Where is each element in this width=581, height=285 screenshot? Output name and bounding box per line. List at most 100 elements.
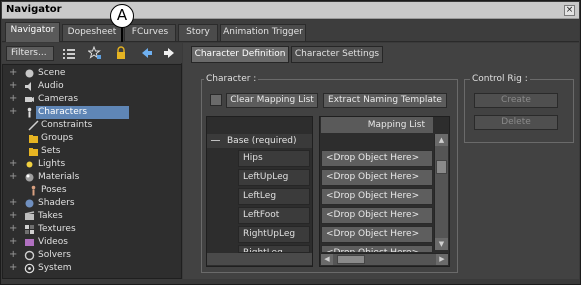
callout-a-marker: A [110,4,134,28]
tree-item-constraints[interactable]: Constraints [3,119,181,132]
bone-label-leftupleg: LeftUpLeg [238,169,310,186]
tab-fcurves[interactable]: FCurves [124,24,176,41]
tree-item-characters[interactable]: + Characters [3,106,181,119]
drop-slot-leftupleg[interactable]: <Drop Object Here> [321,169,433,186]
tree-item-materials[interactable]: + Materials [3,171,181,184]
tree-item-sets[interactable]: Sets [3,145,181,158]
expander-icon[interactable]: + [9,171,19,183]
shader-icon [24,198,35,209]
navigator-left-pane: Filters... + Scene + Audio + Cameras + C… [2,43,182,279]
solver-icon [24,250,35,261]
bone-label-hips: Hips [238,150,310,167]
video-icon [24,237,35,248]
mapping-horizontal-scrollbar[interactable]: ◀ ▶ [321,253,448,265]
scroll-down-icon[interactable]: ▼ [435,238,448,250]
tab-dopesheet[interactable]: Dopesheet [62,24,122,41]
navigator-tree: + Scene + Audio + Cameras + Characters C… [2,64,182,279]
drop-slot-leftleg[interactable]: <Drop Object Here> [321,188,433,205]
expander-icon[interactable]: + [9,106,19,118]
tree-item-shaders[interactable]: + Shaders [3,197,181,210]
mapping-vertical-scrollbar[interactable]: ▲ ▼ [434,134,448,250]
bone-label-rightupleg: RightUpLeg [238,226,310,243]
filters-button[interactable]: Filters... [6,46,54,61]
expander-icon[interactable]: + [9,210,19,222]
tree-item-label: Lights [38,159,66,169]
mapping-list-header: Mapping List [321,117,433,133]
scroll-left-icon[interactable]: ◀ [321,254,333,265]
title-bar[interactable]: Navigator × [2,2,579,19]
expander-icon[interactable]: + [9,236,19,248]
scroll-thumb[interactable] [436,160,447,174]
tree-item-poses[interactable]: Poses [3,184,181,197]
set-icon [28,146,39,157]
close-button[interactable]: × [564,5,575,16]
bone-label-leftleg: LeftLeg [238,188,310,205]
bone-label-leftfoot: LeftFoot [238,207,310,224]
star-filter-icon[interactable] [87,45,102,60]
create-button[interactable]: Create [474,93,558,108]
tree-item-label: Solvers [38,250,71,260]
tab-animation-trigger[interactable]: Animation Trigger [220,24,306,41]
tree-item-label: Materials [38,172,80,182]
scroll-thumb-horizontal[interactable] [337,255,365,264]
clear-mapping-list-button[interactable]: Clear Mapping List [226,93,318,108]
expander-icon[interactable]: + [9,223,19,235]
tree-item-audio[interactable]: + Audio [3,80,181,93]
tree-item-cameras[interactable]: + Cameras [3,93,181,106]
tree-item-takes[interactable]: + Takes [3,210,181,223]
tree-item-label: Scene [38,68,66,78]
delete-button[interactable]: Delete [474,115,558,130]
bone-list-scroll-area [207,253,312,265]
list-view-icon[interactable] [62,46,76,60]
expander-icon[interactable]: + [9,67,19,79]
extract-naming-template-button[interactable]: Extract Naming Template [323,93,447,108]
drop-slot-leftfoot[interactable]: <Drop Object Here> [321,207,433,224]
arrow-right-icon[interactable] [162,46,176,60]
expander-icon[interactable]: + [9,158,19,170]
tab-navigator[interactable]: Navigator [5,22,60,42]
tab-story[interactable]: Story [178,24,218,41]
tree-item-label: System [38,263,72,273]
tree-item-label: Audio [38,81,64,91]
drop-slot-rightleg[interactable]: <Drop Object Here> [321,245,433,253]
expander-icon[interactable]: + [9,93,19,105]
tree-item-scene[interactable]: + Scene [3,67,181,80]
tab-character-definition[interactable]: Character Definition [191,46,289,63]
audio-icon [24,81,35,92]
take-icon [24,211,35,222]
main-tab-strip: Navigator Dopesheet FCurves Story Animat… [2,20,579,42]
tree-item-label: Takes [38,211,63,221]
tree-item-label: Textures [38,224,76,234]
mapping-checkbox[interactable] [210,94,222,106]
tree-item-label: Groups [41,133,74,143]
navigator-window: Navigator × Navigator Dopesheet FCurves … [0,0,581,285]
drop-slot-hips[interactable]: <Drop Object Here> [321,150,433,167]
control-rig-label: Control Rig : [470,74,530,84]
tab-character-settings[interactable]: Character Settings [291,46,383,63]
expander-icon[interactable]: + [9,262,19,274]
tree-item-lights[interactable]: + Lights [3,158,181,171]
scroll-up-icon[interactable]: ▲ [435,134,448,146]
pose-icon [28,185,39,196]
expander-icon[interactable]: + [9,80,19,92]
camera-icon [24,94,35,105]
tree-item-textures[interactable]: + Textures [3,223,181,236]
group-icon [28,133,39,144]
tree-item-groups[interactable]: Groups [3,132,181,145]
tree-item-label: Constraints [41,120,93,130]
scroll-right-icon[interactable]: ▶ [436,254,448,265]
tree-item-label: Poses [41,185,67,195]
base-required-row[interactable]: Base (required) [207,134,312,148]
scene-icon [24,68,35,79]
texture-icon [24,224,35,235]
drop-slot-rightupleg[interactable]: <Drop Object Here> [321,226,433,243]
lock-icon[interactable] [114,46,128,60]
expander-icon[interactable]: + [9,197,19,209]
arrow-left-icon[interactable] [140,46,154,60]
tree-item-videos[interactable]: + Videos [3,236,181,249]
light-icon [24,159,35,170]
control-rig-group [464,79,574,143]
tree-item-system[interactable]: + System [3,262,181,275]
tree-item-solvers[interactable]: + Solvers [3,249,181,262]
expander-icon[interactable]: + [9,249,19,261]
